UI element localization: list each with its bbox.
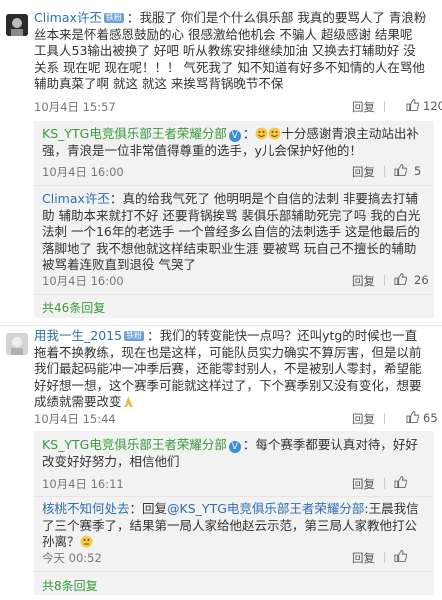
reply-username[interactable]: KS_YTG电竞俱乐部王者荣耀分部 — [42, 437, 227, 452]
reply-meta: 今天 00:52 回复 — [42, 549, 434, 566]
timestamp: 10月4日 15:44 — [34, 412, 116, 426]
reply-button[interactable]: 回复 — [352, 411, 375, 427]
timestamp: 10月4日 16:00 — [42, 274, 124, 288]
thumb-up-icon[interactable] — [394, 272, 407, 286]
reply-username[interactable]: KS_YTG电竞俱乐部王者荣耀分部 — [42, 126, 227, 141]
thumb-up-icon[interactable] — [394, 549, 407, 563]
reply-text: 核桃不知何处去：回复@KS_YTG电竞俱乐部王者荣耀分部:王晨我信了三个赛季了，… — [42, 501, 419, 549]
more-replies-link[interactable]: 共46条回复 — [42, 299, 105, 316]
reply-button[interactable]: 回复 — [352, 99, 375, 115]
reply-meta: 10月4日 16:00 回复 26 — [42, 272, 434, 289]
reply-text: KS_YTG电竞俱乐部王者荣耀分部 V ：每个赛季都要认真对待，好好改变好好努力，相… — [42, 437, 418, 469]
v-verified-icon: V — [228, 130, 241, 142]
reply-text: KS_YTG电竞俱乐部王者荣耀分部 V：十分感谢青浪主动站出补强，青浪是一位非常值… — [42, 126, 419, 158]
reply-button[interactable]: 回复 — [352, 164, 375, 180]
reply-username[interactable]: Climax许丕 — [42, 191, 110, 206]
fan-badge: 铁粉 — [103, 13, 124, 23]
v-verified-icon: V — [228, 441, 241, 453]
emoji-icon — [80, 535, 93, 548]
reply-meta: 10月4日 16:00 回复 5 — [42, 163, 434, 180]
pray-emoji-icon — [123, 396, 133, 407]
timestamp: 10月4日 16:00 — [42, 165, 124, 179]
like-count: 26 — [414, 273, 429, 287]
reply-button[interactable]: 回复 — [352, 273, 375, 289]
timestamp: 10月4日 16:11 — [42, 477, 124, 491]
mention-link[interactable]: @KS_YTG电竞俱乐部王者荣耀分部 — [167, 501, 364, 516]
comment-meta: 10月4日 15:44 回复 65 — [34, 410, 438, 427]
reply-box: KS_YTG电竞俱乐部王者荣耀分部 V：十分感谢青浪主动站出补强，青浪是一位非常值… — [34, 121, 434, 318]
avatar[interactable] — [6, 333, 28, 355]
reply-username[interactable]: 核桃不知何处去 — [42, 501, 130, 516]
like-count: 65 — [423, 411, 438, 425]
thumb-up-icon[interactable] — [394, 475, 407, 489]
reply-button[interactable]: 回复 — [352, 550, 375, 566]
reply-text: Climax许丕：真的给我气死了 他明明是个自信的法刺 非要搞去打辅助 辅助本来… — [42, 191, 421, 272]
emoji-icon — [255, 127, 268, 140]
thumb-up-icon[interactable] — [394, 163, 407, 177]
reply-button[interactable]: 回复 — [352, 476, 375, 492]
more-replies-link[interactable]: 共8条回复 — [42, 577, 98, 594]
timestamp: 10月4日 15:57 — [34, 100, 116, 114]
timestamp: 今天 00:52 — [42, 551, 102, 565]
like-count: 120 — [423, 99, 442, 113]
comment-meta: 10月4日 15:57 回复 120 — [34, 98, 442, 115]
emoji-icon — [268, 127, 281, 140]
avatar[interactable] — [6, 14, 28, 36]
reply-prefix: 回复 — [142, 501, 168, 516]
thumb-up-icon[interactable] — [406, 410, 419, 424]
thumb-up-icon[interactable] — [406, 98, 419, 112]
reply-box: KS_YTG电竞俱乐部王者荣耀分部 V ：每个赛季都要认真对待，好好改变好好努力，相… — [34, 431, 434, 595]
comment-username[interactable]: 用我一生_2015 — [34, 328, 122, 343]
comment-text: 用我一生_2015 铁粉 ：我们的转变能快一点吗？还叫ytg的时候也一直拖着不换教练… — [34, 328, 422, 409]
comment-username[interactable]: Climax许丕 — [34, 10, 102, 25]
fan-badge: 铁粉 — [124, 331, 145, 341]
comment-text: Climax许丕 铁粉 ：我服了 你们是个什么俱乐部 我真的要骂人了 青浪粉丝本来是… — [34, 10, 427, 91]
reply-meta: 10月4日 16:11 回复 — [42, 475, 434, 492]
like-count: 5 — [414, 164, 422, 178]
